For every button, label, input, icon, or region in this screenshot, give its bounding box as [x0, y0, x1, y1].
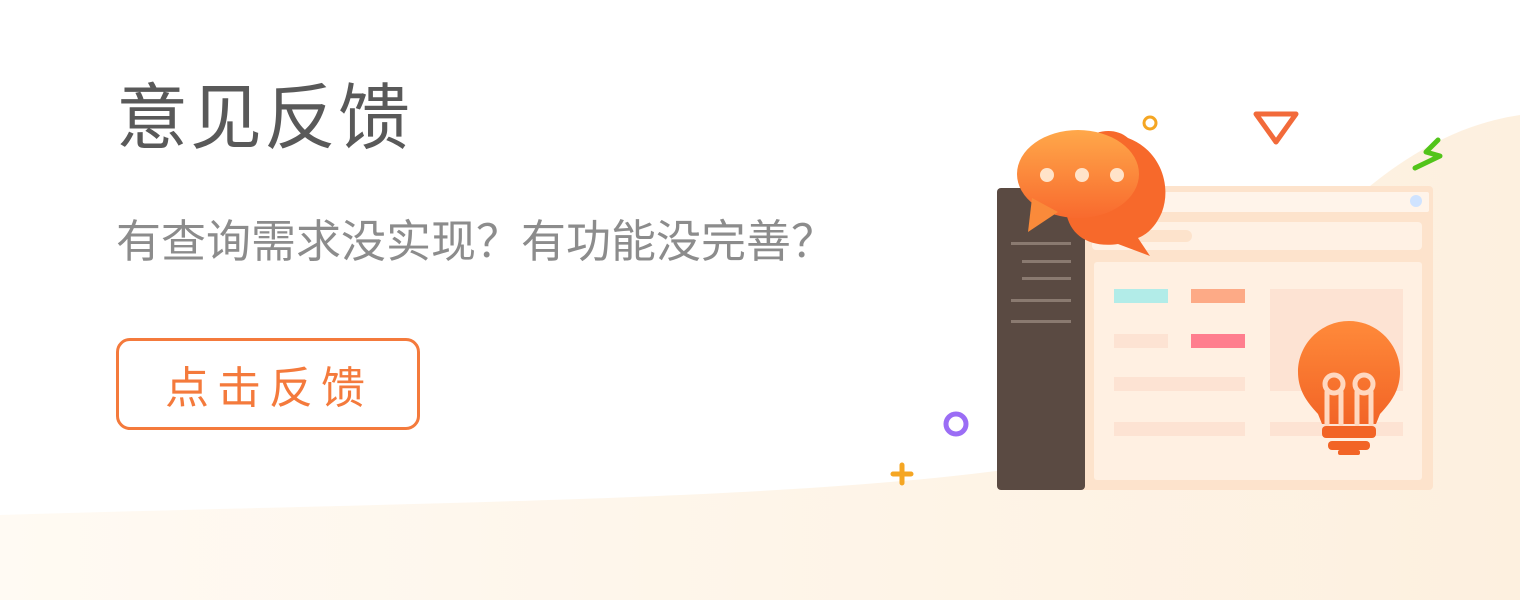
decoration-plus-icon [890, 462, 914, 486]
page-subtitle: 有查询需求没实现？有功能没完善？ [116, 215, 837, 268]
decoration-zigzag-icon [1412, 137, 1443, 171]
page-title: 意见反馈 [116, 76, 413, 160]
feedback-button[interactable]: 点击反馈 [116, 338, 420, 430]
feedback-illustration [890, 111, 1443, 490]
decoration-small-ring [1142, 115, 1158, 131]
decoration-triangle-icon [1253, 111, 1299, 145]
feedback-banner: 意见反馈 有查询需求没实现？有功能没完善？ 点击反馈 [0, 0, 1520, 600]
decoration-ring-icon [943, 411, 969, 437]
